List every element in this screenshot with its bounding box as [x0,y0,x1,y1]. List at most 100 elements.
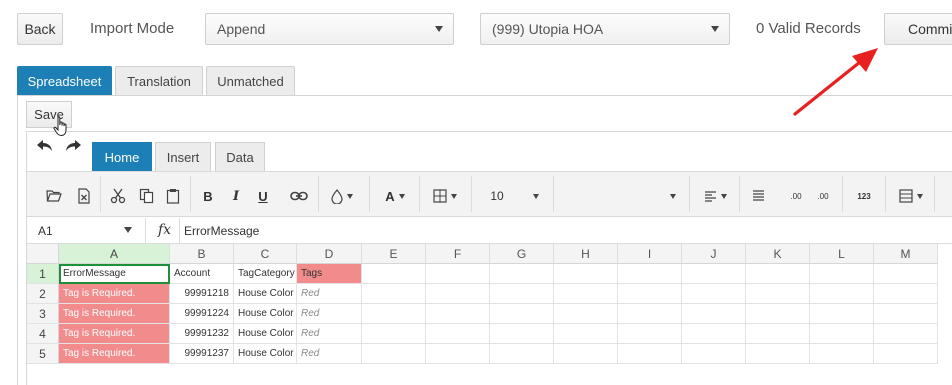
commit-button[interactable]: Commit [884,13,952,45]
align-left-icon[interactable] [700,187,730,205]
column-header-a[interactable]: A [59,244,170,264]
ribbon-tab-insert[interactable]: Insert [155,142,211,171]
decimal-decrease-button[interactable]: .00 [812,187,834,205]
grid-cell[interactable]: TagCategory [234,264,297,284]
cut-icon[interactable] [109,187,127,205]
grid-cell[interactable] [554,264,618,284]
grid-cell[interactable] [618,324,682,344]
font-size-value[interactable]: 10 [487,187,507,205]
fill-color-icon[interactable] [326,187,358,205]
grid-cell[interactable]: 99991232 [170,324,234,344]
function-icon[interactable]: fx [158,222,171,238]
grid-cell[interactable] [490,344,554,364]
row-header[interactable]: 4 [27,324,59,344]
grid-cell[interactable] [746,284,810,304]
column-header-k[interactable]: K [746,244,810,264]
back-button[interactable]: Back [17,13,63,45]
grid-cell[interactable]: House Color [234,284,297,304]
font-color-button[interactable]: A [380,187,410,205]
grid-cell[interactable] [682,264,746,284]
tab-translation[interactable]: Translation [115,66,203,95]
export-excel-icon[interactable] [75,187,93,205]
grid-cell[interactable] [810,304,874,324]
grid-cell[interactable] [682,344,746,364]
number-format-button[interactable]: 123 [852,187,876,205]
column-header-b[interactable]: B [170,244,234,264]
grid-cell[interactable] [554,304,618,324]
grid-cell[interactable] [618,344,682,364]
grid-cell[interactable] [490,264,554,284]
grid-cell[interactable]: Account [170,264,234,284]
table-format-icon[interactable] [896,187,926,205]
grid-cell[interactable] [426,344,490,364]
borders-icon[interactable] [429,187,461,205]
grid-cell[interactable] [490,324,554,344]
grid-cell[interactable] [554,284,618,304]
column-header-c[interactable]: C [234,244,297,264]
grid-cell[interactable] [426,304,490,324]
grid-cell[interactable] [426,284,490,304]
italic-button[interactable]: I [227,187,245,205]
row-header[interactable]: 1 [27,264,59,284]
undo-icon[interactable] [36,138,54,159]
grid-cell[interactable] [682,304,746,324]
grid-cell[interactable]: Tag is Required. [59,324,170,344]
font-size-chevron-down-icon[interactable] [530,187,542,205]
decimal-increase-button[interactable]: .00 [785,187,807,205]
grid-cell[interactable] [746,324,810,344]
grid-cell[interactable] [682,324,746,344]
grid-cell[interactable] [618,304,682,324]
grid-cell[interactable]: Red [297,284,362,304]
grid-cell[interactable]: Tag is Required. [59,344,170,364]
column-header-m[interactable]: M [874,244,938,264]
grid-cell[interactable] [490,304,554,324]
grid-cell[interactable] [362,264,426,284]
grid-cell[interactable] [874,324,938,344]
copy-icon[interactable] [137,187,155,205]
row-header[interactable]: 3 [27,304,59,324]
grid-cell[interactable] [810,264,874,284]
column-header-i[interactable]: I [618,244,682,264]
grid-cell[interactable]: Red [297,304,362,324]
import-mode-select[interactable]: Append [205,13,454,45]
grid-cell[interactable] [810,324,874,344]
grid-cell[interactable] [746,344,810,364]
grid-cell[interactable]: Tag is Required. [59,304,170,324]
name-box[interactable]: A1 [38,224,53,238]
ribbon-tab-data[interactable]: Data [215,142,265,171]
grid-corner[interactable] [27,244,59,264]
ribbon-tab-home[interactable]: Home [92,142,152,171]
open-folder-icon[interactable] [45,187,63,205]
grid-cell[interactable] [554,324,618,344]
grid-cell[interactable] [810,344,874,364]
tab-unmatched[interactable]: Unmatched [206,66,295,95]
grid-cell[interactable]: 99991237 [170,344,234,364]
grid-cell[interactable] [874,304,938,324]
grid-cell[interactable] [682,284,746,304]
tab-spreadsheet[interactable]: Spreadsheet [17,66,112,95]
column-header-j[interactable]: J [682,244,746,264]
grid-cell[interactable]: ErrorMessage [59,264,170,284]
link-icon[interactable] [289,187,309,205]
grid-cell[interactable] [362,344,426,364]
grid-cell[interactable] [746,264,810,284]
grid-cell[interactable] [618,284,682,304]
bold-button[interactable]: B [199,187,217,205]
grid-cell[interactable]: 99991218 [170,284,234,304]
column-header-l[interactable]: L [810,244,874,264]
wrap-text-icon[interactable] [750,187,766,205]
grid-cell[interactable] [618,264,682,284]
grid-cell[interactable]: House Color [234,324,297,344]
grid-cell[interactable] [554,344,618,364]
column-header-d[interactable]: D [297,244,362,264]
grid-cell[interactable]: 99991224 [170,304,234,324]
grid-cell[interactable]: Red [297,324,362,344]
grid-cell[interactable]: House Color [234,344,297,364]
grid-cell[interactable] [362,304,426,324]
column-header-g[interactable]: G [490,244,554,264]
column-header-h[interactable]: H [554,244,618,264]
grid-cell[interactable] [874,344,938,364]
grid-cell[interactable] [810,284,874,304]
underline-button[interactable]: U [254,187,272,205]
row-header[interactable]: 5 [27,344,59,364]
